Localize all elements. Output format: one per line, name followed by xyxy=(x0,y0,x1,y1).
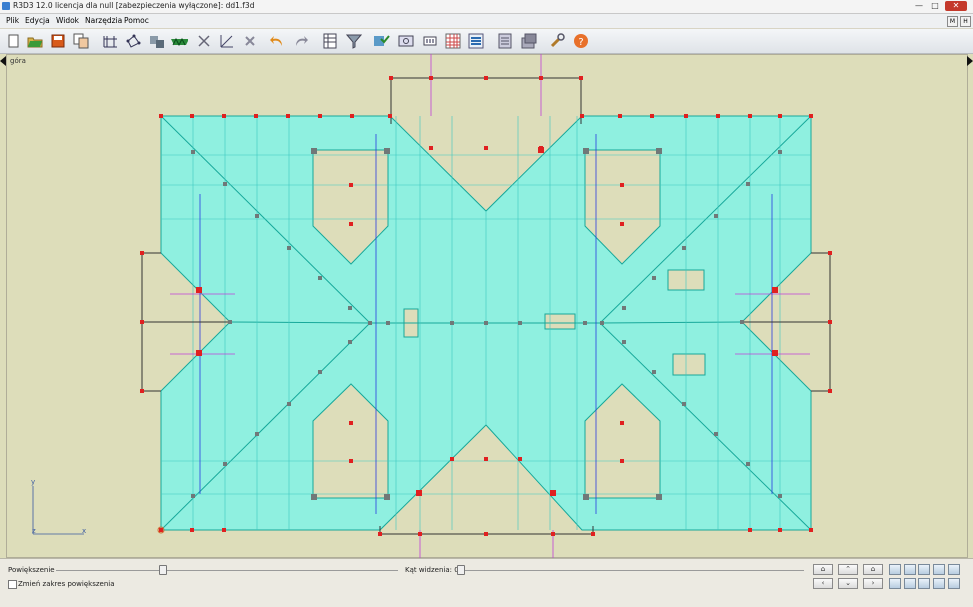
render-solid-icon[interactable] xyxy=(904,578,916,589)
copy-icon[interactable] xyxy=(72,32,90,50)
mdi-restore-button[interactable]: H xyxy=(960,16,971,27)
nav-top-button[interactable]: ⌂ xyxy=(863,564,883,575)
analysis-icon[interactable] xyxy=(373,32,391,50)
maximize-button[interactable]: □ xyxy=(928,1,942,11)
window-title: R3D3 12.0 licencja dla null [zabezpiecze… xyxy=(13,1,255,10)
menu-plik[interactable]: Plik xyxy=(6,16,19,25)
view-front-icon[interactable] xyxy=(889,564,901,575)
menu-narzedzia[interactable]: Narzędzia xyxy=(85,16,122,25)
menu-bar: Plik Edycja Widok Narzędzia Pomoc xyxy=(0,14,973,28)
close-button[interactable]: ✕ xyxy=(945,1,967,11)
render-shade-icon[interactable] xyxy=(918,578,930,589)
zoom-range-checkbox[interactable] xyxy=(8,580,17,589)
svg-text:?: ? xyxy=(578,37,583,48)
scissors-icon[interactable] xyxy=(195,32,213,50)
toolbar: ? xyxy=(0,29,973,54)
minimize-button[interactable]: — xyxy=(912,1,926,11)
angle-label: Kąt widzenia: 00 xyxy=(405,566,464,574)
axis-y-label: y xyxy=(31,478,36,486)
display-icon[interactable] xyxy=(397,32,415,50)
axes-icon[interactable] xyxy=(101,32,119,50)
zoom-label: Powiększenie xyxy=(8,566,55,574)
new-file-icon[interactable] xyxy=(4,32,22,50)
view-persp-icon[interactable] xyxy=(933,564,945,575)
roof-plan-drawing xyxy=(0,54,973,558)
nav-up-button[interactable]: ⌃ xyxy=(838,564,858,575)
open-folder-icon[interactable] xyxy=(26,32,44,50)
delete-x-icon[interactable] xyxy=(241,32,259,50)
drawing-viewport[interactable]: góra y z x xyxy=(0,54,973,558)
stack-icon[interactable] xyxy=(148,32,166,50)
undo-icon[interactable] xyxy=(268,32,286,50)
render-wire-icon[interactable] xyxy=(889,578,901,589)
view-top-icon[interactable] xyxy=(948,564,960,575)
menu-edycja[interactable]: Edycja xyxy=(25,16,50,25)
render-grid-icon[interactable] xyxy=(948,578,960,589)
nav-down-button[interactable]: ⌄ xyxy=(838,578,858,589)
menu-pomoc[interactable]: Pomoc xyxy=(124,16,149,25)
title-bar: R3D3 12.0 licencja dla null [zabezpiecze… xyxy=(0,0,973,14)
zoom-slider-track[interactable] xyxy=(56,570,398,571)
id-icon[interactable] xyxy=(421,32,439,50)
print-icon[interactable] xyxy=(520,32,538,50)
view-label: góra xyxy=(10,57,26,65)
view-side-icon[interactable] xyxy=(904,564,916,575)
render-edit-icon[interactable] xyxy=(933,578,945,589)
nodes-icon[interactable] xyxy=(124,32,142,50)
layers-icon[interactable] xyxy=(467,32,485,50)
bottom-panel: Powiększenie Zmień zakres powiększenia K… xyxy=(0,558,973,607)
zoom-slider-thumb[interactable] xyxy=(159,565,168,575)
app-icon xyxy=(2,2,10,10)
table-icon[interactable] xyxy=(321,32,339,50)
redo-icon[interactable] xyxy=(292,32,310,50)
save-icon[interactable] xyxy=(49,32,67,50)
properties-icon[interactable] xyxy=(496,32,514,50)
tools-icon[interactable] xyxy=(548,32,566,50)
nav-right-button[interactable]: › xyxy=(863,578,883,589)
menu-widok[interactable]: Widok xyxy=(56,16,79,25)
grid-icon[interactable] xyxy=(444,32,462,50)
zoom-range-label: Zmień zakres powiększenia xyxy=(18,580,115,588)
nav-left-button[interactable]: ‹ xyxy=(813,578,833,589)
angle-slider-thumb[interactable] xyxy=(457,565,465,575)
angle-slider-track[interactable] xyxy=(460,570,804,571)
axis-z-label: z xyxy=(32,527,36,535)
measure-icon[interactable] xyxy=(218,32,236,50)
truss-icon[interactable] xyxy=(170,32,188,50)
nav-home-button[interactable]: ⌂ xyxy=(813,564,833,575)
axis-x-label: x xyxy=(82,527,87,535)
filter-icon[interactable] xyxy=(345,32,363,50)
view-iso-icon[interactable] xyxy=(918,564,930,575)
help-icon[interactable]: ? xyxy=(572,32,590,50)
mdi-minimize-button[interactable]: M xyxy=(947,16,958,27)
